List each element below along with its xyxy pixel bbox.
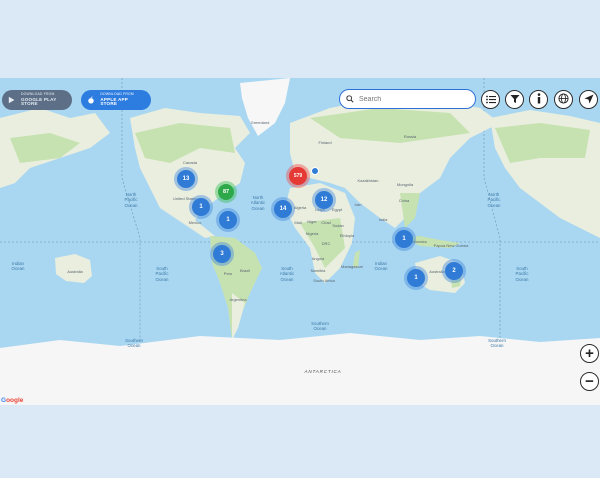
google-store-big-text: GOOGLE PLAY STORE [21,96,57,107]
locate-button[interactable] [579,90,598,109]
google-logo-text: oogle [6,397,24,404]
label-russia: Russia [403,134,417,139]
label-indian-right: Indian Ocean [374,261,388,272]
label-southern-left: Southern Ocean [125,338,143,349]
location-marker[interactable] [311,167,319,175]
cluster-west-africa[interactable]: 14 [274,200,292,218]
label-china: China [398,198,410,203]
cluster-europe[interactable]: 579 [289,167,307,185]
label-finland: Finland [318,140,332,145]
label-southern-right: Southern Ocean [488,338,506,349]
info-button[interactable] [529,90,548,109]
info-icon [536,91,542,109]
filter-icon [510,91,520,109]
label-mexico: Mexico [188,220,202,225]
label-north-pacific-right: North Pacific Ocean [487,192,501,208]
cluster-north-america-ne[interactable]: 87 [218,184,234,200]
globe-icon [558,91,569,109]
cluster-southeast-asia[interactable]: 1 [395,230,413,248]
label-chad: Chad [321,220,331,225]
label-mali: Mali [294,220,302,225]
label-north-pacific-left: North Pacific Ocean [124,192,138,208]
label-papua-new-guinea: Papua New Guinea [433,243,469,248]
apple-app-store-button[interactable]: DOWNLOAD FROM APPLE APP STORE [81,90,151,110]
label-sudan: Sudan [332,223,344,228]
label-australia: Australia [429,269,445,274]
google-logo: Google [1,397,24,404]
label-greenland: Greenland [250,120,270,125]
label-india: India [378,217,388,222]
search-box[interactable] [339,89,476,109]
apple-store-big-text: APPLE APP STORE [100,96,128,107]
land-antarctica [0,333,600,405]
zoom-out-button[interactable]: − [580,372,599,391]
google-play-icon [8,96,16,105]
label-canada: Canada [182,160,198,165]
label-indian-left: Indian Ocean [11,261,25,272]
label-argentina: Argentina [229,297,247,302]
label-north-atlantic: North Atlantic Ocean [250,195,266,211]
list-button[interactable] [481,90,500,109]
cluster-australia-west[interactable]: 1 [407,269,425,287]
label-australia-left: Australia [67,269,83,274]
locate-arrow-icon [584,91,594,109]
search-input[interactable] [359,95,459,103]
label-nigeria: Nigeria [305,231,319,236]
label-drc: DRC [321,241,331,246]
label-south-pacific-right: South Pacific Ocean [515,266,529,282]
label-south-pacific: South Pacific Ocean [155,266,169,282]
cluster-central-america[interactable]: 1 [219,211,237,229]
label-brazil: Brazil [239,268,251,273]
world-map[interactable]: Greenland Canada United States Mexico No… [0,78,600,405]
list-icon [485,91,496,109]
search-icon [346,90,354,108]
label-iran: Iran [354,202,362,207]
cluster-north-america-nw[interactable]: 13 [177,170,195,188]
label-namibia: Namibia [310,268,326,273]
label-egypt: Egypt [331,207,343,212]
label-niger: Niger [307,219,317,224]
label-madagascar: Madagascar [340,264,364,269]
cluster-north-america-s[interactable]: 1 [192,198,210,216]
label-algeria: Algeria [293,205,307,210]
label-kazakhstan: Kazakhstan [357,178,379,183]
label-south-atlantic: South Atlantic Ocean [279,266,295,282]
label-south-africa: South Africa [313,278,335,283]
filter-button[interactable] [505,90,524,109]
map-canvas[interactable] [0,78,600,405]
apple-icon [87,96,95,105]
label-ethiopia: Ethiopia [339,233,355,238]
label-southern-ocean: Southern Ocean [311,321,329,332]
cluster-south-america[interactable]: 3 [213,245,231,263]
label-mongolia: Mongolia [396,182,414,187]
label-antarctica: ANTARCTICA [304,369,342,374]
label-peru: Peru [223,271,233,276]
google-play-store-button[interactable]: DOWNLOAD FROM GOOGLE PLAY STORE [2,90,72,110]
cluster-middle-east[interactable]: 12 [315,191,333,209]
zoom-in-button[interactable]: + [580,344,599,363]
globe-button[interactable] [554,90,573,109]
label-angola: Angola [311,256,325,261]
cluster-australia-east[interactable]: 2 [445,262,463,280]
